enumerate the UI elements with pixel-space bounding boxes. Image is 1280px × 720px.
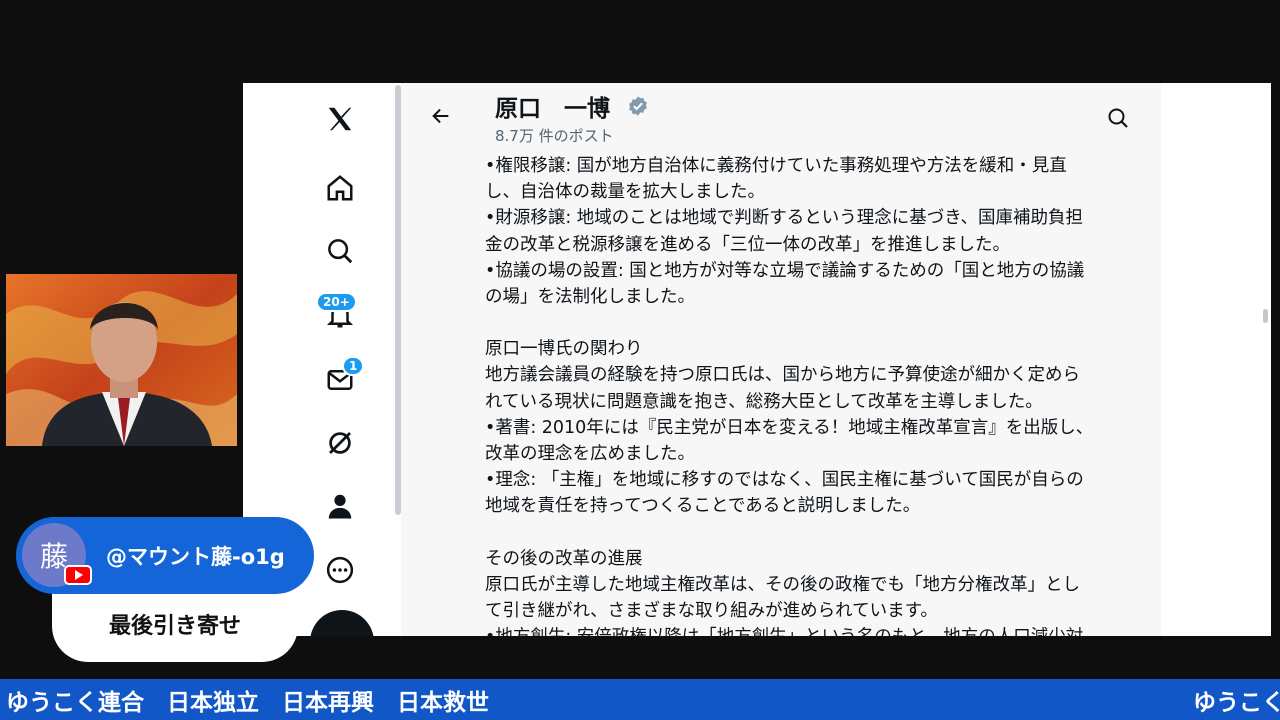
article-line: て引き継がれ、さまざまな取り組みが進められています。: [485, 601, 938, 622]
article-line: 原口氏が主導した地域主権改革は、その後の政権でも「地方分権改革」とし: [485, 574, 1080, 595]
more-icon[interactable]: [322, 552, 358, 588]
page-scrollbar[interactable]: [1263, 309, 1268, 323]
home-icon[interactable]: [322, 170, 358, 206]
news-ticker: ゆうこく連合 日本独立 日本再興 日本救世 ゆうこく: [0, 679, 1280, 720]
ticker-text-repeat: ゆうこく: [1193, 690, 1280, 716]
article-line: 改革の理念を広めました。: [485, 444, 695, 465]
back-arrow-icon[interactable]: [423, 101, 459, 131]
article-line: •財源移譲: 地域のことは地域で判断するという理念に基づき、国庫補助負担: [485, 208, 1084, 229]
timeline-column: 原口 一博 8.7万 件のポスト •権限移譲: 国が地方自治体に義務付けていた事…: [401, 83, 1161, 636]
profile-name: 原口 一博: [495, 96, 610, 122]
post-count: 8.7万 件のポスト: [495, 127, 614, 145]
article-line: 金の改革と税源移譲を進める「三位一体の改革」を推進しました。: [485, 234, 1010, 255]
article-body: •権限移譲: 国が地方自治体に義務付けていた事務処理や方法を緩和・見直 し、自治…: [485, 153, 1145, 636]
article-line: れている現状に問題意識を抱き、総務大臣として改革を主導しました。: [485, 391, 1043, 412]
profile-header: 原口 一博 8.7万 件のポスト: [401, 83, 1161, 151]
right-sidebar: [1161, 83, 1271, 636]
x-logo-icon[interactable]: [322, 101, 358, 137]
article-line: 地方議会議員の経験を持つ原口氏は、国から地方に予算使途が細かく定めら: [485, 365, 1080, 386]
compose-button[interactable]: [310, 610, 374, 636]
browser-window: 20+ 1 原口 一博 8.7万 件のポスト •権限移譲: 国が地方自治体に義務…: [243, 83, 1271, 636]
stream-frame: 20+ 1 原口 一博 8.7万 件のポスト •権限移譲: 国が地方自治体に義務…: [0, 0, 1280, 720]
explore-icon[interactable]: [322, 233, 358, 269]
search-icon[interactable]: [1101, 101, 1135, 135]
article-line: •著書: 2010年には『民主党が日本を変える！地域主権改革宣言』を出版し、: [485, 417, 1094, 438]
article-line: 地域を責任を持ってつくることであると説明しました。: [485, 496, 921, 517]
section-heading: その後の改革の進展: [485, 548, 643, 569]
article-line: •権限移譲: 国が地方自治体に義務付けていた事務処理や方法を緩和・見直: [485, 156, 1067, 176]
section-heading: 原口一博氏の関わり: [485, 339, 643, 360]
webcam-feed: [6, 274, 237, 446]
messages-badge: 1: [342, 356, 365, 376]
ticker-text: ゆうこく連合 日本独立 日本再興 日本救世: [6, 690, 489, 716]
chat-username: @マウント藤-o1g: [106, 545, 285, 569]
verified-icon: [627, 95, 649, 117]
chat-message-box: 最後引き寄せ: [52, 590, 298, 662]
article-line: の場」を法制化しました。: [485, 287, 695, 308]
article-line: •理念: 「主権」を地域に移すのではなく、国民主権に基づいて国民が自らの: [485, 470, 1084, 491]
article-line: •地方創生: 安倍政権以降は「地方創生」という名のもと、地方の人口減少対: [485, 624, 1145, 636]
profile-icon[interactable]: [322, 488, 358, 524]
chat-user-pill: 藤 @マウント藤-o1g: [16, 517, 314, 594]
article-line: •協議の場の設置: 国と地方が対等な立場で議論するための「国と地方の協議: [485, 260, 1085, 281]
chat-message: 最後引き寄せ: [108, 614, 241, 639]
notifications-badge: 20+: [316, 292, 357, 312]
youtube-icon: [64, 565, 92, 585]
article-line: し、自治体の裁量を拡大しました。: [485, 182, 765, 203]
grok-icon[interactable]: [322, 425, 358, 461]
